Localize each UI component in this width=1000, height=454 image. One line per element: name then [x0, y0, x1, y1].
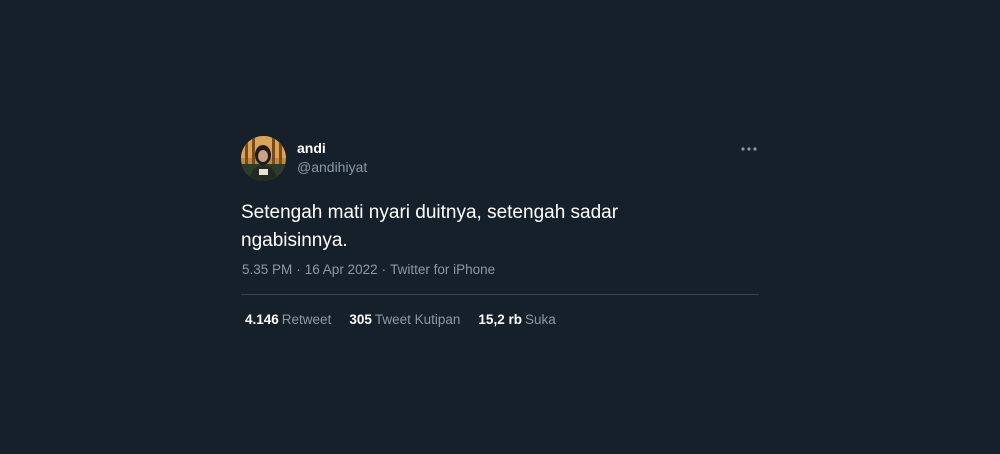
meta-separator: ·: [296, 262, 301, 277]
divider: [241, 294, 759, 295]
retweets-label: Retweet: [281, 312, 332, 327]
tweet-card: andi @andihiyat Setengah mati nyari duit…: [241, 135, 759, 327]
tweet-meta: 5.35 PM · 16 Apr 2022 · Twitter for iPhone: [242, 262, 495, 278]
likes-stat[interactable]: 15,2 rb Suka: [478, 311, 555, 328]
quotes-stat[interactable]: 305 Tweet Kutipan: [349, 311, 460, 328]
retweets-stat[interactable]: 4.146 Retweet: [245, 311, 331, 328]
likes-label: Suka: [524, 312, 556, 327]
author-handle[interactable]: @andihiyat: [297, 159, 367, 176]
retweets-count: 4.146: [245, 312, 279, 327]
likes-count: 15,2 rb: [478, 312, 522, 327]
author-names: andi @andihiyat: [297, 140, 367, 176]
tweet-stats: 4.146 Retweet 305 Tweet Kutipan 15,2 rb Suk…: [245, 311, 574, 328]
author-display-name[interactable]: andi: [297, 140, 367, 157]
quotes-count: 305: [349, 312, 372, 327]
meta-separator: ·: [381, 262, 387, 277]
tweet-time[interactable]: 5.35 PM: [242, 262, 292, 277]
more-horizontal-icon: [741, 147, 757, 151]
more-options-button[interactable]: [739, 139, 759, 159]
tweet-header: andi @andihiyat: [241, 135, 759, 183]
quotes-label: Tweet Kutipan: [374, 312, 461, 327]
tweet-date[interactable]: 16 Apr 2022: [305, 262, 378, 277]
avatar[interactable]: [241, 136, 286, 181]
tweet-text: Setengah mati nyari duitnya, setengah sa…: [241, 202, 619, 251]
tweet-source[interactable]: Twitter for iPhone: [390, 262, 495, 277]
avatar-image: [241, 136, 286, 181]
